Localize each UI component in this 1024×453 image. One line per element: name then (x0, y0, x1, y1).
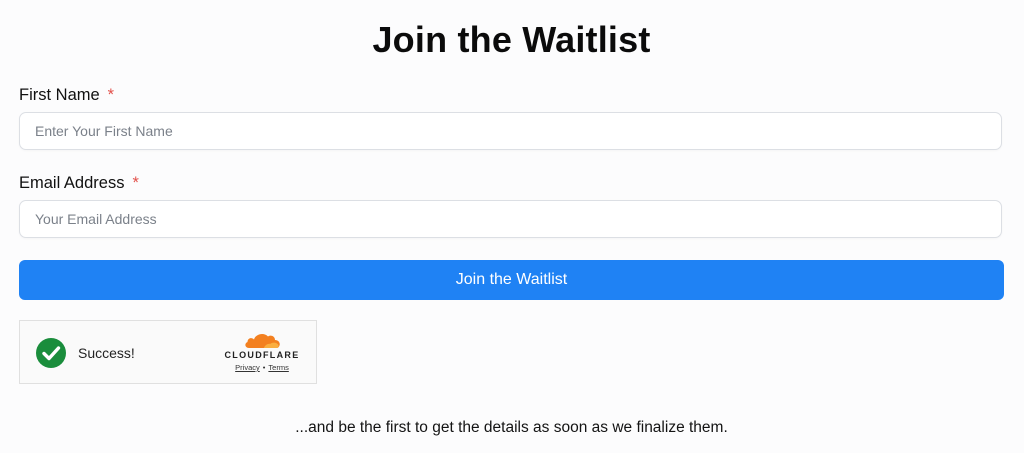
terms-link[interactable]: Terms (268, 363, 288, 372)
first-name-label: First Name * (19, 85, 114, 105)
required-marker: * (107, 86, 115, 104)
cloudflare-brand: CLOUDFLARE Privacy • Terms (222, 332, 302, 372)
required-marker: * (132, 174, 139, 192)
turnstile-links: Privacy • Terms (222, 363, 302, 372)
email-label-text: Email Address (19, 174, 125, 192)
first-name-label-text: First Name (19, 86, 100, 104)
first-name-input[interactable] (19, 112, 1002, 150)
link-separator: • (262, 363, 266, 372)
email-input[interactable] (19, 200, 1002, 238)
cloudflare-turnstile-widget: Success! CLOUDFLARE Privacy • Terms (19, 320, 317, 384)
join-waitlist-button[interactable]: Join the Waitlist (19, 260, 1004, 300)
footer-note: ...and be the first to get the details a… (295, 419, 728, 436)
success-check-icon (36, 338, 66, 368)
privacy-link[interactable]: Privacy (235, 363, 260, 372)
cloudflare-cloud-icon (245, 334, 280, 348)
page-title: Join the Waitlist (372, 19, 651, 60)
turnstile-status: Success! (78, 345, 135, 361)
email-label: Email Address * (19, 173, 139, 193)
cloudflare-wordmark: CLOUDFLARE (224, 350, 300, 360)
